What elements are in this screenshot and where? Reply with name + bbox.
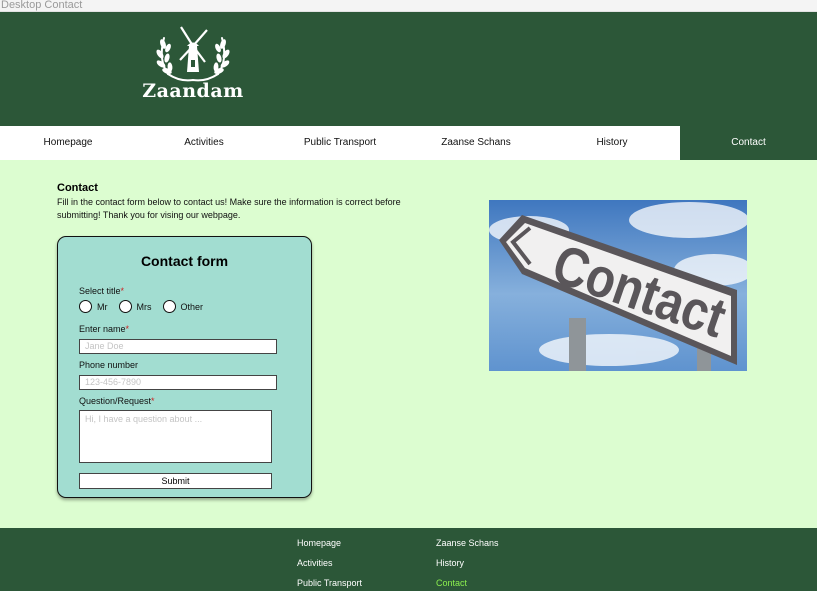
radio-other-label: Other <box>180 301 204 312</box>
form-title: Contact form <box>140 253 229 269</box>
main-content: Contact Fill in the contact form below t… <box>0 160 817 528</box>
radio-mrs-label: Mrs <box>136 301 152 312</box>
required-marker: * <box>125 324 130 334</box>
name-label: Enter name* <box>79 324 129 334</box>
footer-link-contact[interactable]: Contact <box>436 578 467 588</box>
nav-item-public-transport[interactable]: Public Transport <box>272 126 408 160</box>
name-label-text: Enter name <box>79 324 126 334</box>
site-footer: Homepage Activities Public Transport Zaa… <box>0 528 817 591</box>
nav-item-zaanse-schans[interactable]: Zaanse Schans <box>408 126 544 160</box>
footer-link-homepage[interactable]: Homepage <box>297 538 341 548</box>
site-logo[interactable]: Zaandam <box>138 22 248 122</box>
contact-form: Contact form Select title* Mr Mrs Other … <box>57 236 312 498</box>
footer-link-activities[interactable]: Activities <box>297 558 333 568</box>
footer-link-public-transport[interactable]: Public Transport <box>297 578 362 588</box>
footer-link-history[interactable]: History <box>436 558 464 568</box>
required-marker: * <box>151 396 155 406</box>
radio-circle[interactable] <box>118 300 132 313</box>
nav-item-contact[interactable]: Contact <box>680 126 817 160</box>
name-input[interactable]: Jane Doe <box>79 339 277 354</box>
title-select-label-text: Select title <box>79 286 121 296</box>
nav-item-homepage[interactable]: Homepage <box>0 126 136 160</box>
intro-text: Fill in the contact form below to contac… <box>57 197 401 220</box>
window-title: Desktop Contact <box>0 0 817 12</box>
contact-sign-image: Contact <box>489 200 747 371</box>
phone-input[interactable]: 123-456-7890 <box>79 375 277 390</box>
question-label-text: Question/Request <box>79 396 152 406</box>
title-radio-group: Mr Mrs Other <box>79 300 214 313</box>
footer-link-zaanse-schans[interactable]: Zaanse Schans <box>436 538 499 548</box>
windmill-wreath-icon <box>156 26 230 82</box>
radio-mr[interactable]: Mr <box>79 300 108 313</box>
required-marker: * <box>120 286 125 296</box>
site-header: Zaandam <box>0 12 817 126</box>
radio-other[interactable]: Other <box>162 300 204 313</box>
nav-item-history[interactable]: History <box>544 126 680 160</box>
radio-circle[interactable] <box>162 300 176 313</box>
contact-sign-illustration: Contact <box>489 200 747 371</box>
page-title: Contact <box>57 182 98 194</box>
radio-mrs[interactable]: Mrs <box>118 300 152 313</box>
title-select-label: Select title* <box>79 286 124 296</box>
nav-item-activities[interactable]: Activities <box>136 126 272 160</box>
radio-mr-label: Mr <box>97 301 108 312</box>
radio-circle[interactable] <box>79 300 92 313</box>
question-label: Question/Request* <box>79 396 155 406</box>
main-navigation: Homepage Activities Public Transport Zaa… <box>0 126 817 160</box>
brand-name: Zaandam <box>142 80 244 102</box>
submit-button[interactable]: Submit <box>79 473 272 489</box>
question-textarea[interactable]: Hi, I have a question about ... <box>79 410 272 463</box>
phone-label: Phone number <box>79 360 139 370</box>
